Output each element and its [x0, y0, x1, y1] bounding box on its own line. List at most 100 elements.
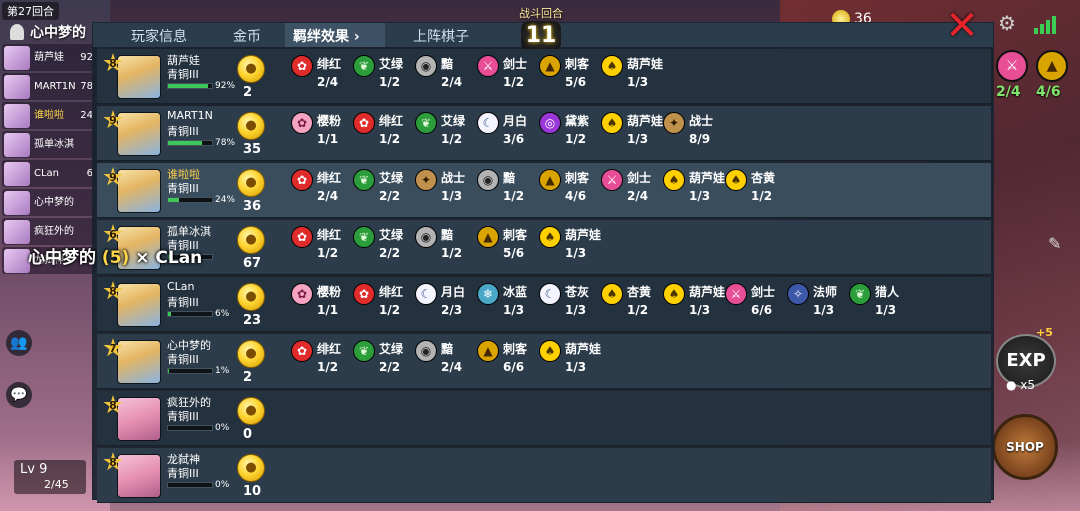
trait-yellow-icon: ♠ — [601, 283, 623, 305]
trait-item[interactable]: ⚔ 剑士 2/4 — [601, 167, 663, 215]
tab-bonds[interactable]: 羁绊效果 › — [293, 26, 360, 46]
trait-item[interactable]: ❄ 冰蓝 1/3 — [477, 281, 539, 329]
right-trait-swordsman-icon[interactable]: ⚔ — [996, 50, 1028, 82]
trait-name: 猎人 — [875, 285, 900, 299]
trait-item[interactable]: ❦ 艾绿 1/2 — [353, 53, 415, 101]
trait-item[interactable]: ❦ 艾绿 2/2 — [353, 224, 415, 272]
trait-item[interactable]: ♠ 葫芦娃 1/3 — [663, 167, 725, 215]
side-list-item[interactable]: 葫芦娃 92 — [2, 44, 96, 71]
trait-item[interactable]: ⚔ 剑士 6/6 — [725, 281, 787, 329]
right-trait-assassin-icon[interactable]: ▲ — [1036, 50, 1068, 82]
trait-item[interactable]: ♠ 葫芦娃 1/3 — [539, 338, 601, 386]
trait-item[interactable]: ♠ 葫芦娃 1/3 — [601, 110, 663, 158]
trait-item[interactable]: ✦ 战士 1/3 — [415, 167, 477, 215]
trait-item[interactable]: ❦ 艾绿 1/2 — [415, 110, 477, 158]
trait-item[interactable]: ♠ 葫芦娃 1/3 — [601, 53, 663, 101]
trait-item[interactable]: ☾ 月白 2/3 — [415, 281, 477, 329]
trait-item[interactable]: ♠ 葫芦娃 1/3 — [539, 224, 601, 272]
trait-item[interactable]: ▲ 刺客 5/6 — [477, 224, 539, 272]
friends-icon[interactable]: 👥 — [6, 330, 32, 356]
trait-item[interactable]: ◉ 黯 1/2 — [415, 224, 477, 272]
trait-item[interactable]: ✿ 绯红 1/2 — [291, 224, 353, 272]
trait-gray-icon: ◉ — [415, 55, 437, 77]
trait-count: 1/2 — [379, 75, 401, 89]
player-xp: 2/45 — [44, 478, 69, 491]
trait-item[interactable]: ✿ 樱粉 1/1 — [291, 110, 353, 158]
player-row[interactable]: 8 龙弑神 青铜III 0% ● 10 — [97, 448, 991, 503]
current-player-name: 心中梦的 — [30, 25, 86, 41]
tab-lineup[interactable]: 上阵棋子 — [413, 26, 469, 46]
trait-item[interactable]: ☾ 月白 3/6 — [477, 110, 539, 158]
player-row[interactable]: 8 疯狂外的 青铜III 0% ● 0 — [97, 391, 991, 446]
trait-item[interactable]: ✿ 绯红 2/4 — [291, 53, 353, 101]
trait-item[interactable]: ◎ 黛紫 1/2 — [539, 110, 601, 158]
close-icon[interactable]: ✕ — [942, 6, 982, 46]
hp-percent: 78% — [215, 138, 236, 148]
player-row[interactable]: 7 心中梦的 青铜III 1% ● 2 ✿ 绯红 1/2 ❦ 艾绿 2/2 ◉ 黯 2/4 ▲ 刺客 6/6 ♠ 葫芦… — [97, 334, 991, 389]
trait-yellow-icon: ♠ — [663, 169, 685, 191]
trait-item[interactable]: ♠ 杏黄 1/2 — [725, 167, 787, 215]
trait-item[interactable]: ◉ 黯 2/4 — [415, 53, 477, 101]
side-avatar — [4, 161, 30, 186]
trait-count: 1/2 — [317, 360, 339, 374]
trait-item[interactable]: ✦ 战士 8/9 — [663, 110, 725, 158]
trait-item[interactable]: ▲ 刺客 4/6 — [539, 167, 601, 215]
side-list-item[interactable]: MART1N 78 — [2, 73, 96, 100]
side-list-item[interactable]: 孤单冰淇 — [2, 131, 96, 158]
trait-item[interactable]: ♠ 葫芦娃 1/3 — [663, 281, 725, 329]
side-list-item[interactable]: 疯狂外的 — [2, 218, 96, 245]
trait-name: 刺客 — [565, 171, 590, 185]
trait-white-icon: ☾ — [477, 112, 499, 134]
trait-count: 1/2 — [565, 132, 587, 146]
trait-name: 黯 — [441, 228, 454, 242]
player-rank: 青铜III — [167, 125, 199, 138]
trait-count: 2/2 — [379, 360, 401, 374]
trait-name: 葫芦娃 — [627, 114, 664, 128]
trait-name: 剑士 — [503, 57, 528, 71]
trait-item[interactable]: ☾ 苍灰 1/3 — [539, 281, 601, 329]
edit-icon[interactable]: ✎ — [1048, 234, 1061, 253]
trait-item[interactable]: ❦ 猎人 1/3 — [849, 281, 911, 329]
trait-count: 1/1 — [317, 132, 339, 146]
avatar — [117, 454, 161, 498]
trait-name: 黛紫 — [565, 114, 590, 128]
trait-count: 2/4 — [317, 189, 339, 203]
trait-green-icon: ❦ — [353, 340, 375, 362]
trait-item[interactable]: ◉ 黯 1/2 — [477, 167, 539, 215]
hp-bar — [167, 482, 213, 488]
trait-item[interactable]: ▲ 刺客 5/6 — [539, 53, 601, 101]
tab-player-info[interactable]: 玩家信息 — [131, 26, 187, 46]
hp-bar — [167, 368, 213, 374]
trait-item[interactable]: ❦ 艾绿 2/2 — [353, 167, 415, 215]
player-row[interactable]: 8 CLan 青铜III 6% ● 23 ✿ 樱粉 1/1 ✿ 绯红 1/2 ☾ 月白 2/3 ❄ 冰蓝 1/3 ☾… — [97, 277, 991, 332]
trait-item[interactable]: ◉ 黯 2/4 — [415, 338, 477, 386]
player-row[interactable]: 6 孤单冰淇 青铜III ● 67 ✿ 绯红 1/2 ❦ 艾绿 2/2 ◉ 黯 1/2 ▲ 刺客 5/6 ♠ 葫芦娃… — [97, 220, 991, 275]
trait-name: 剑士 — [627, 171, 652, 185]
player-row[interactable]: 8 葫芦娃 青铜III 92% ● 2 ✿ 绯红 2/4 ❦ 艾绿 1/2 ◉ 黯 2/4 ⚔ 剑士 1/2 ▲ 刺客… — [97, 49, 991, 104]
hp-percent: 0% — [215, 423, 230, 433]
trait-item[interactable]: ▲ 刺客 6/6 — [477, 338, 539, 386]
chat-icon[interactable]: 💬 — [6, 382, 32, 408]
trait-item[interactable]: ✿ 绯红 1/2 — [353, 110, 415, 158]
trait-yellow-icon: ♠ — [601, 55, 623, 77]
trait-item[interactable]: ✿ 绯红 2/4 — [291, 167, 353, 215]
shop-button[interactable]: SHOP — [992, 414, 1058, 480]
tab-gold[interactable]: 金币 — [233, 26, 261, 46]
side-list-item[interactable]: CLan 6 — [2, 160, 96, 187]
trait-item[interactable]: ⚔ 剑士 1/2 — [477, 53, 539, 101]
trait-item[interactable]: ✿ 绯红 1/2 — [291, 338, 353, 386]
hp-bar-fill — [168, 84, 209, 88]
player-row[interactable]: 9 MART1N 青铜III 78% ● 35 ✿ 樱粉 1/1 ✿ 绯红 1/2 ❦ 艾绿 1/2 ☾ 月白 3… — [97, 106, 991, 161]
side-list-item[interactable]: 谁啦啦 24 — [2, 102, 96, 129]
trait-count: 4/6 — [565, 189, 587, 203]
trait-item[interactable]: ✿ 樱粉 1/1 — [291, 281, 353, 329]
settings-gear-icon[interactable]: ⚙ — [996, 12, 1018, 34]
trait-item[interactable]: ✧ 法师 1/3 — [787, 281, 849, 329]
gold-coin-icon: ● — [237, 55, 265, 83]
trait-item[interactable]: ♠ 杏黄 1/2 — [601, 281, 663, 329]
hp-bar — [167, 140, 213, 146]
trait-item[interactable]: ✿ 绯红 1/2 — [353, 281, 415, 329]
trait-item[interactable]: ❦ 艾绿 2/2 — [353, 338, 415, 386]
side-list-item[interactable]: 心中梦的 — [2, 189, 96, 216]
player-row[interactable]: 9 谁啦啦 青铜III 24% ● 36 ✿ 绯红 2/4 ❦ 艾绿 2/2 ✦ 战士 1/3 ◉ 黯 1/2 ▲ 刺… — [97, 163, 991, 218]
